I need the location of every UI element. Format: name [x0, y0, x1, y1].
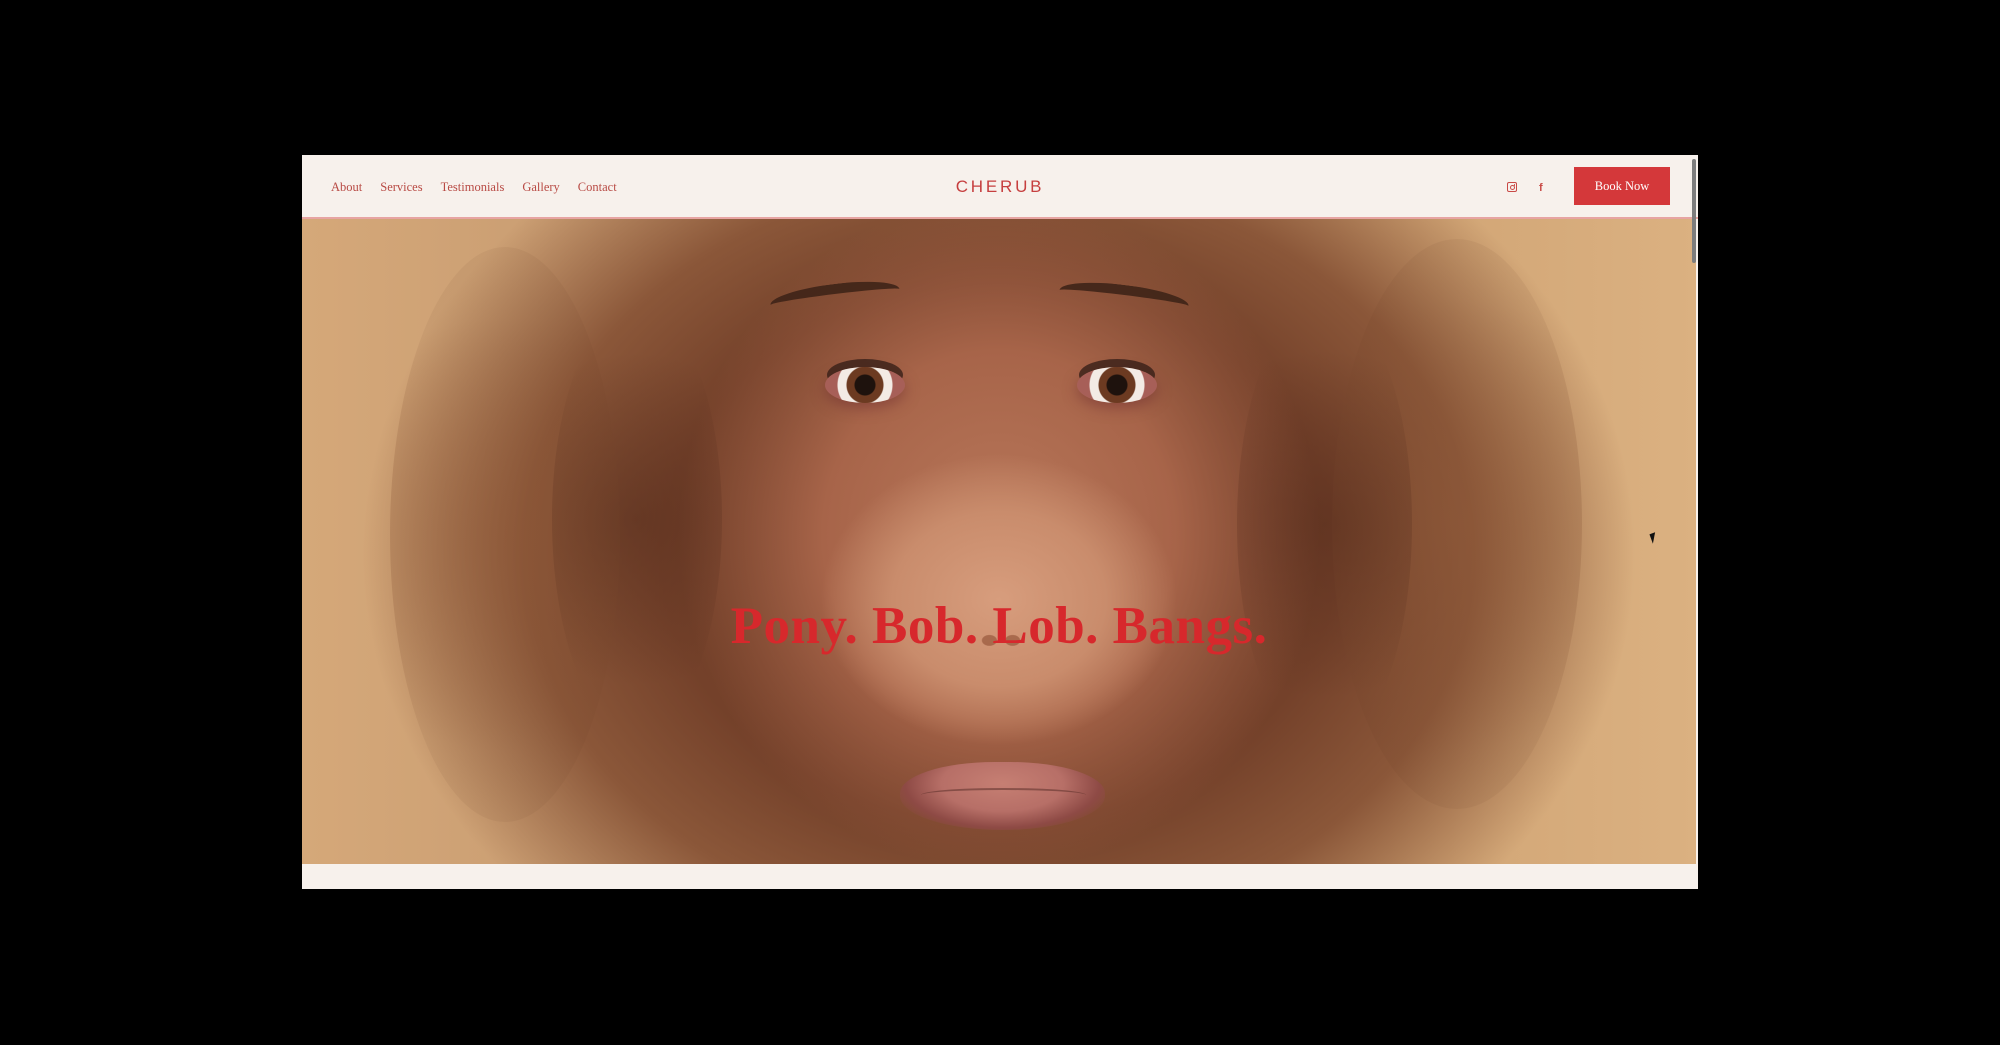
instagram-icon	[1507, 182, 1517, 192]
nav-link-about[interactable]: About	[331, 180, 362, 195]
facebook-link[interactable]: f	[1539, 178, 1543, 196]
hero-section: Pony. Bob. Lob. Bangs.	[302, 219, 1696, 864]
site-header: About Services Testimonials Gallery Cont…	[302, 155, 1698, 219]
main-navigation: About Services Testimonials Gallery Cont…	[331, 155, 617, 219]
nav-link-contact[interactable]: Contact	[578, 180, 617, 195]
nav-link-services[interactable]: Services	[380, 180, 422, 195]
brand-name: CHERUB	[955, 177, 1045, 196]
scrollbar-thumb[interactable]	[1692, 159, 1696, 263]
browser-viewport: About Services Testimonials Gallery Cont…	[302, 155, 1698, 889]
instagram-link[interactable]	[1507, 182, 1517, 192]
scrollbar-track[interactable]	[1690, 155, 1698, 889]
nav-link-testimonials[interactable]: Testimonials	[441, 180, 505, 195]
facebook-icon: f	[1539, 182, 1543, 194]
next-section-strip	[302, 864, 1698, 889]
book-now-button[interactable]: Book Now	[1574, 167, 1670, 205]
nav-link-gallery[interactable]: Gallery	[522, 180, 559, 195]
